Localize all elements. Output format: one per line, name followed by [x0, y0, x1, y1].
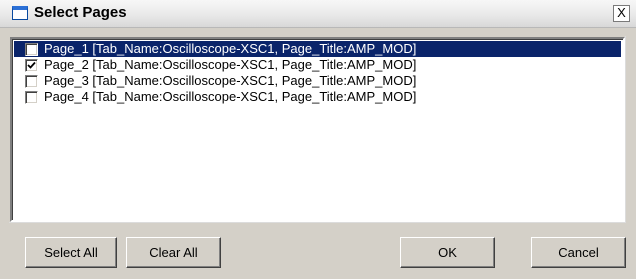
checkbox-page-3[interactable] — [25, 75, 38, 88]
checkbox-page-2[interactable] — [25, 59, 38, 72]
clear-all-button[interactable]: Clear All — [126, 237, 221, 268]
list-item-page-1[interactable]: Page_1 [Tab_Name:Oscilloscope-XSC1, Page… — [14, 41, 621, 57]
list-item-page-4[interactable]: Page_4 [Tab_Name:Oscilloscope-XSC1, Page… — [14, 89, 621, 105]
select-all-button[interactable]: Select All — [25, 237, 117, 268]
list-item-label: Page_1 [Tab_Name:Oscilloscope-XSC1, Page… — [44, 41, 417, 56]
pages-list: Page_1 [Tab_Name:Oscilloscope-XSC1, Page… — [14, 41, 621, 105]
cancel-button[interactable]: Cancel — [531, 237, 626, 268]
list-item-label: Page_3 [Tab_Name:Oscilloscope-XSC1, Page… — [44, 73, 417, 88]
close-button[interactable]: X — [613, 5, 630, 22]
window-icon — [12, 6, 28, 20]
checkbox-page-4[interactable] — [25, 91, 38, 104]
checkbox-page-1[interactable] — [25, 43, 38, 56]
pages-listbox[interactable]: Page_1 [Tab_Name:Oscilloscope-XSC1, Page… — [10, 37, 625, 222]
close-icon: X — [617, 5, 626, 20]
checkmark-icon — [27, 61, 36, 69]
list-item-label: Page_4 [Tab_Name:Oscilloscope-XSC1, Page… — [44, 89, 417, 104]
select-pages-dialog: Select Pages X Page_1 [Tab_Name:Oscillos… — [0, 0, 636, 279]
ok-button[interactable]: OK — [400, 237, 495, 268]
list-item-page-2[interactable]: Page_2 [Tab_Name:Oscilloscope-XSC1, Page… — [14, 57, 621, 73]
dialog-title: Select Pages — [34, 4, 127, 21]
list-item-page-3[interactable]: Page_3 [Tab_Name:Oscilloscope-XSC1, Page… — [14, 73, 621, 89]
title-bar[interactable]: Select Pages X — [0, 0, 636, 28]
list-item-label: Page_2 [Tab_Name:Oscilloscope-XSC1, Page… — [44, 57, 417, 72]
